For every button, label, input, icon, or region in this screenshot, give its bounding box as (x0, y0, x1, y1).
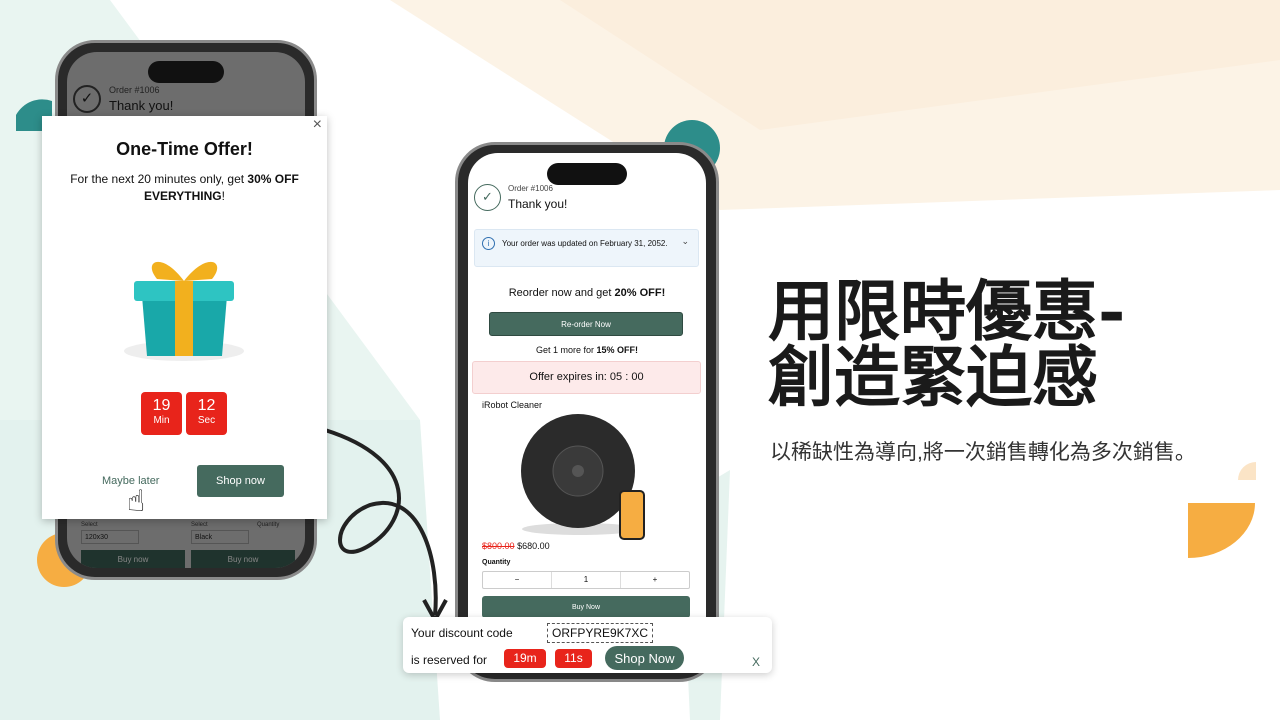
reorder-text: Reorder now and get 20% OFF! (508, 287, 666, 299)
select-label: Select (191, 522, 208, 528)
quantity-stepper[interactable]: − 1 + (482, 571, 690, 589)
timer-minutes: 19 Min (141, 392, 182, 435)
plus-button[interactable]: + (621, 572, 689, 588)
gift-icon (124, 261, 244, 361)
check-icon: ✓ (73, 85, 101, 113)
color-select[interactable]: Black (191, 530, 249, 544)
discount-code[interactable]: ORFPYRE9K7XC (547, 623, 654, 643)
quantity-label: Quantity (257, 522, 280, 528)
headline-line-2: 創造緊迫感 (768, 338, 1098, 416)
chevron-down-icon[interactable]: ⌄ (681, 236, 689, 247)
order-number: Order #1006 (508, 184, 553, 193)
headline: 用限時優惠- 創造緊迫感 (768, 278, 1125, 410)
price: $800.00 $680.00 (482, 541, 550, 551)
seconds-badge: 11s (555, 649, 592, 668)
info-icon: i (482, 237, 495, 250)
reorder-now-button[interactable]: Re-order Now (489, 312, 683, 336)
new-price: $680.00 (517, 541, 550, 551)
popup-text: For the next 20 minutes only, get 30% OF… (70, 172, 299, 203)
discount-code-label: Your discount code (411, 626, 513, 640)
order-update-notice[interactable]: i Your order was updated on February 31,… (474, 229, 699, 267)
buy-now-button[interactable]: Buy now (191, 550, 295, 568)
product-name: iRobot Cleaner (482, 400, 543, 410)
popup-title: One-Time Offer! (116, 139, 253, 159)
close-icon[interactable]: × (313, 116, 322, 134)
select-label: Select (81, 522, 98, 528)
buy-now-button[interactable]: Buy now (81, 550, 185, 568)
offer-expires-banner: Offer expires in: 05 : 00 (472, 361, 701, 394)
minutes-badge: 19m (504, 649, 546, 668)
headline-line-1: 用限時優惠- (768, 272, 1126, 350)
shop-now-button[interactable]: Shop Now (605, 646, 684, 670)
get-more-text: Get 1 more for 15% OFF! (535, 345, 639, 355)
one-time-offer-popup: × One-Time Offer! For the next 20 minute… (42, 116, 327, 519)
size-select[interactable]: 120x30 (81, 530, 139, 544)
close-icon[interactable]: X (752, 655, 760, 669)
robot-vacuum-image (521, 414, 645, 540)
timer-seconds: 12 Sec (186, 392, 227, 435)
minus-button[interactable]: − (483, 572, 552, 588)
center-phone: ✓ Order #1006 Thank you! i Your order wa… (455, 142, 719, 682)
quantity-label: Quantity (482, 559, 511, 566)
reserved-label: is reserved for (411, 653, 488, 667)
buy-now-button[interactable]: Buy Now (482, 596, 690, 618)
discount-code-bar: Your discount code ORFPYRE9K7XC is reser… (403, 617, 772, 673)
notice-text: Your order was updated on February 31, 2… (502, 239, 668, 248)
thank-you: Thank you! (508, 197, 568, 211)
subtitle: 以稀缺性為導向,將一次銷售轉化為多次銷售。 (770, 441, 1196, 464)
shop-now-button[interactable]: Shop now (197, 465, 284, 497)
thank-you: Thank you! (109, 98, 174, 113)
order-number: Order #1006 (109, 85, 160, 95)
check-icon: ✓ (474, 184, 501, 211)
hand-cursor-icon: ☝ (127, 485, 146, 518)
old-price: $800.00 (482, 541, 515, 551)
quantity-value[interactable]: 1 (552, 572, 621, 588)
